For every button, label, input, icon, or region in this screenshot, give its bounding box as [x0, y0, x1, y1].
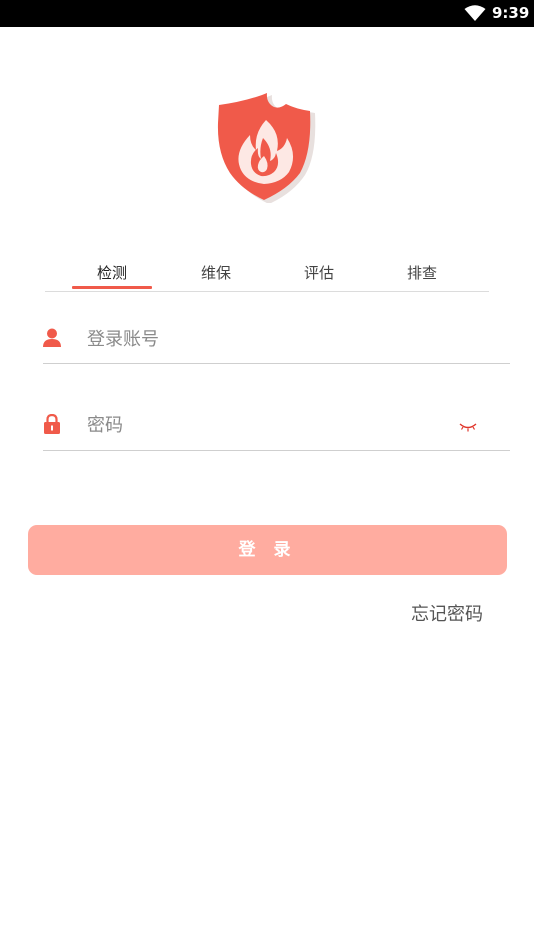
tab-inspection[interactable]: 排查	[382, 263, 462, 285]
account-field	[43, 314, 510, 364]
fire-shield-logo	[217, 93, 316, 203]
eye-closed-icon[interactable]	[459, 421, 477, 433]
login-type-tabs: 检测 维保 评估 排查	[45, 258, 489, 292]
status-time: 9:39	[492, 4, 530, 22]
active-tab-indicator	[72, 286, 152, 289]
account-input[interactable]	[87, 326, 467, 352]
forgot-password-link[interactable]: 忘记密码	[411, 600, 483, 626]
status-bar: 9:39	[0, 0, 534, 27]
password-input[interactable]	[87, 412, 467, 438]
user-icon	[43, 328, 61, 347]
tab-detection[interactable]: 检测	[72, 263, 152, 285]
tab-maintenance[interactable]: 维保	[176, 263, 256, 285]
wifi-icon	[464, 5, 486, 21]
login-button[interactable]: 登 录	[28, 525, 507, 575]
lock-icon	[44, 414, 60, 434]
password-field	[43, 401, 510, 451]
tab-assessment[interactable]: 评估	[279, 263, 359, 285]
